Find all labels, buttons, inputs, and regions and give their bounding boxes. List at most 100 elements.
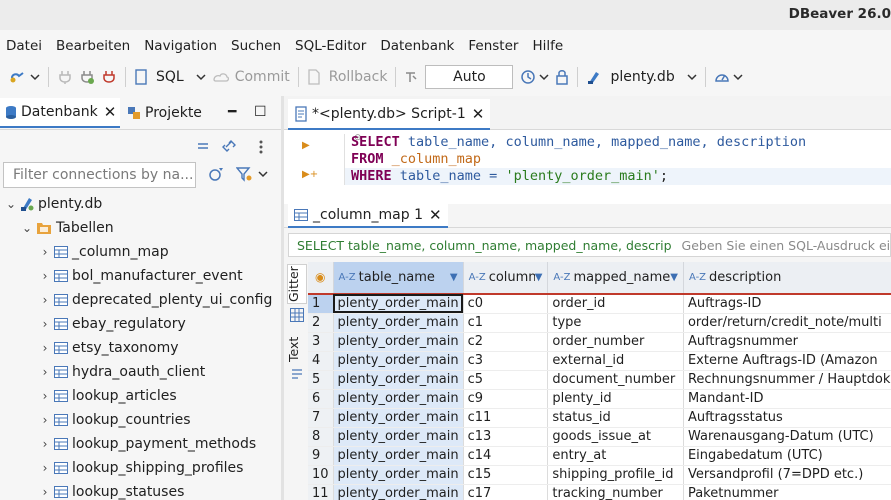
tab-projects[interactable]: Projekte [126,98,202,128]
cell-column-name[interactable]: c2 [463,332,549,352]
chevron-right-icon[interactable]: › [38,413,52,427]
cell-mapped-name[interactable]: order_number [547,332,684,352]
dashboard-button[interactable] [711,65,746,89]
new-connection-button[interactable] [6,65,43,89]
cell-mapped-name[interactable]: entry_at [547,446,684,466]
chevron-right-icon[interactable]: › [38,389,52,403]
tree-table-item[interactable]: › hydra_oauth_client [38,360,206,384]
sql-editor-button[interactable]: SQL [131,65,209,89]
cell-description[interactable]: Auftragsnummer [683,332,891,352]
tree-connection-plenty-db[interactable]: ⌄ plenty.db [4,192,102,216]
chevron-right-icon[interactable]: › [38,245,52,259]
chevron-right-icon[interactable]: › [38,317,52,331]
menu-help[interactable]: Hilfe [526,34,569,58]
cell-column-name[interactable]: c11 [463,408,549,428]
chevron-down-icon[interactable] [258,169,268,179]
chevron-right-icon[interactable]: › [38,437,52,451]
cell-description[interactable]: Warenausgang-Datum (UTC) [683,427,891,447]
connection-filter-input[interactable]: Filter connections by na... [3,162,196,188]
row-number[interactable]: 2 [308,313,334,333]
cell-mapped-name[interactable]: document_number [547,370,684,390]
row-number[interactable]: 3 [308,332,334,352]
tree-table-item[interactable]: › bol_manufacturer_event [38,264,243,288]
commit-button[interactable]: Commit [209,65,293,89]
table-row[interactable]: 8 plenty_order_main c13 goods_issue_at Waren… [308,427,891,447]
chevron-right-icon[interactable]: › [38,341,52,355]
text-mode-icon[interactable] [290,368,304,382]
cell-mapped-name[interactable]: tracking_number [547,484,684,500]
table-row[interactable]: 5 plenty_order_main c5 document_number Rechn… [308,370,891,390]
row-number[interactable]: 9 [308,446,334,466]
column-header[interactable]: A-Z mapped_name ▼ [547,262,684,295]
active-datasource-selector[interactable]: plenty.db [583,65,699,89]
link-with-editor-icon[interactable] [222,138,236,154]
chevron-down-icon[interactable]: ⌄ [20,221,34,235]
sql-code-area[interactable]: SELECT table_name, column_name, mapped_n… [344,134,891,185]
table-row[interactable]: 6 plenty_order_main c9 plenty_id Mandant-ID [308,389,891,409]
cell-column-name[interactable]: c1 [463,313,549,333]
more-options-icon[interactable] [258,140,264,154]
reconnect-button[interactable] [76,65,98,89]
tree-table-item[interactable]: › lookup_payment_methods [38,432,257,456]
table-row[interactable]: 10 plenty_order_main c15 shipping_profile_i… [308,465,891,485]
cell-description[interactable]: Versandprofil (7=DPD etc.) [683,465,891,485]
menu-edit[interactable]: Bearbeiten [50,34,136,58]
sort-icon[interactable]: ▼ [450,272,458,283]
cell-table-name[interactable]: plenty_order_main [333,446,464,466]
cell-column-name[interactable]: c17 [463,484,549,500]
history-button[interactable] [517,65,552,89]
close-icon[interactable]: ✕ [429,206,442,224]
column-header[interactable]: A-Zcolumn_name▼ [463,262,549,295]
tree-table-item[interactable]: › etsy_taxonomy [38,336,179,360]
cell-column-name[interactable]: c15 [463,465,549,485]
disconnect-button[interactable] [98,65,120,89]
cell-table-name[interactable]: plenty_order_main [333,351,464,371]
tree-table-item[interactable]: › lookup_articles [38,384,177,408]
cell-mapped-name[interactable]: plenty_id [547,389,684,409]
rollback-button[interactable]: Rollback [304,65,391,89]
row-number[interactable]: 8 [308,427,334,447]
transaction-mode-select[interactable]: Auto [425,65,514,89]
cell-column-name[interactable]: c13 [463,427,549,447]
run-statement-icon[interactable]: ▶ [302,140,310,151]
select-all-icon[interactable]: ◉ [315,270,325,284]
grid-view-tab[interactable]: Gitter [286,266,308,302]
chevron-right-icon[interactable]: › [38,365,52,379]
cell-column-name[interactable]: c9 [463,389,549,409]
tab-results-column-map[interactable]: _column_map 1 ✕ [288,204,448,228]
cell-table-name[interactable]: plenty_order_main [333,427,464,447]
row-number[interactable]: 5 [308,370,334,390]
cell-description[interactable]: Eingabedatum (UTC) [683,446,891,466]
cell-table-name[interactable]: plenty_order_main [333,332,464,352]
tree-folder-tables[interactable]: ⌄ Tabellen [20,216,114,240]
row-number-header[interactable]: ◉ [308,262,334,295]
minimize-icon[interactable]: ━ [228,104,236,120]
menu-file[interactable]: Datei [0,34,48,58]
cell-table-name[interactable]: plenty_order_main [333,389,464,409]
column-header[interactable]: A-Z table_name ▼ [333,262,464,295]
filter-icon[interactable] [236,166,252,182]
cell-description[interactable]: Auftrags-ID [683,294,891,314]
tree-table-item[interactable]: › lookup_countries [38,408,191,432]
table-row[interactable]: 4 plenty_order_main c3 external_id Externe A… [308,351,891,371]
sort-icon[interactable]: ▼ [535,272,543,283]
cell-description[interactable]: order/return/credit_note/multi [683,313,891,333]
cell-table-name[interactable]: plenty_order_main [333,484,464,500]
cell-mapped-name[interactable]: type [547,313,684,333]
chevron-right-icon[interactable]: › [38,485,52,499]
cell-description[interactable]: Externe Auftrags-ID (Amazon [683,351,891,371]
table-row[interactable]: 1 plenty_order_main c0 order_id Auftrags-ID [308,294,891,314]
cell-table-name[interactable]: plenty_order_main [333,408,464,428]
cell-mapped-name[interactable]: shipping_profile_id [547,465,684,485]
maximize-icon[interactable]: ☐ [254,104,267,120]
query-preview[interactable]: SELECT table_name, column_name, mapped_n… [293,238,672,253]
cell-table-name[interactable]: plenty_order_main [333,294,464,314]
cell-table-name[interactable]: plenty_order_main [333,313,464,333]
row-number[interactable]: 6 [308,389,334,409]
table-row[interactable]: 3 plenty_order_main c2 order_number Auftrags… [308,332,891,352]
sort-icon[interactable]: ▼ [670,272,678,283]
cell-mapped-name[interactable]: order_id [547,294,684,314]
tree-table-item[interactable]: › lookup_statuses [38,480,185,500]
menu-sql-editor[interactable]: SQL-Editor [289,34,372,58]
close-icon[interactable]: ✕ [104,103,117,121]
